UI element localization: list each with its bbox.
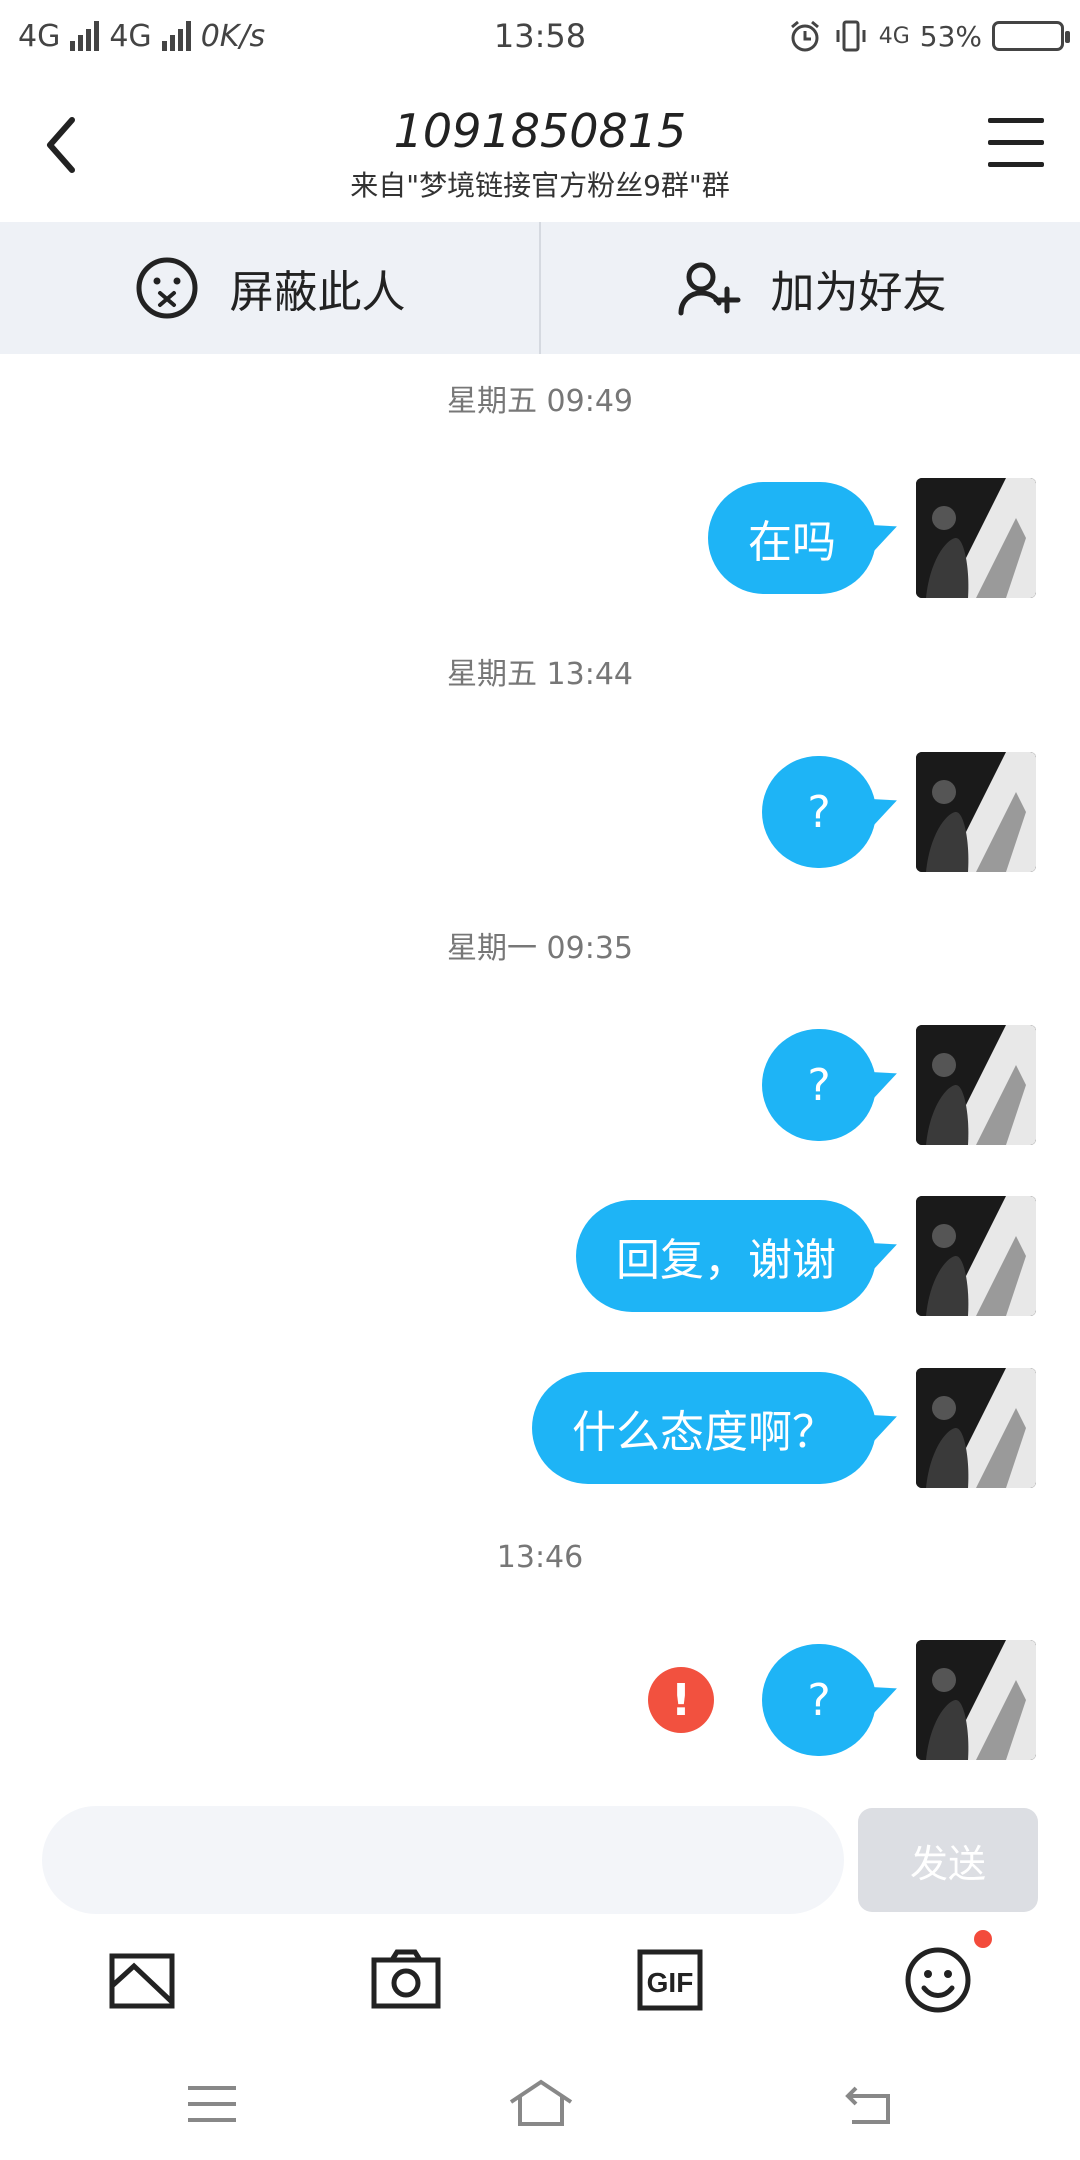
add-friend-label: 加为好友 <box>770 267 947 318</box>
send-button[interactable]: 发送 <box>858 1808 1038 1912</box>
battery-icon <box>992 21 1070 51</box>
message-row: 什么态度啊？ <box>532 1368 1036 1488</box>
chat-header: 1091850815 来自"梦境链接官方粉丝9群"群 <box>0 72 1080 222</box>
vibrate-icon <box>836 20 866 52</box>
avatar[interactable] <box>916 478 1036 598</box>
block-user-button[interactable]: 屏蔽此人 <box>0 222 539 354</box>
message-row: 在吗 <box>708 478 1036 598</box>
message-input[interactable] <box>42 1806 844 1914</box>
nav-back-icon[interactable] <box>840 2074 900 2134</box>
message-row: ? <box>762 752 1036 872</box>
status-right: 4G 53% <box>787 12 1070 60</box>
avatar[interactable] <box>916 1196 1036 1316</box>
avatar[interactable] <box>916 752 1036 872</box>
send-failed-icon[interactable]: ! <box>648 1667 714 1733</box>
camera-icon[interactable] <box>366 1940 446 2020</box>
avatar[interactable] <box>916 1368 1036 1488</box>
status-bar: 4G 4G 0K/s 13:58 4G 53% <box>0 0 1080 72</box>
message-bubble[interactable]: ? <box>762 1644 876 1756</box>
avatar[interactable] <box>916 1025 1036 1145</box>
timestamp: 星期五 09:49 <box>447 384 633 419</box>
system-nav-bar <box>0 2060 1080 2160</box>
composer-toolbar: GIF <box>0 1930 1080 2040</box>
message-row: ? <box>762 1025 1036 1145</box>
image-icon[interactable] <box>102 1940 182 2020</box>
chat-title: 1091850815 <box>393 104 687 158</box>
message-bubble[interactable]: 在吗 <box>708 482 876 594</box>
menu-icon[interactable] <box>988 118 1044 170</box>
gif-icon[interactable]: GIF <box>630 1940 710 2020</box>
message-bubble[interactable]: 什么态度啊？ <box>532 1372 876 1484</box>
block-user-label: 屏蔽此人 <box>229 267 406 318</box>
message-row: ! ? <box>648 1640 1036 1760</box>
avatar[interactable] <box>916 1640 1036 1760</box>
network-label-3: 4G <box>878 23 910 49</box>
message-bubble[interactable]: 回复，谢谢 <box>576 1200 876 1312</box>
chat-subtitle: 来自"梦境链接官方粉丝9群"群 <box>350 169 730 202</box>
timestamp: 星期五 13:44 <box>447 657 633 692</box>
emoji-icon[interactable] <box>898 1940 978 2020</box>
battery-percent: 53% <box>919 19 982 53</box>
nav-menu-icon[interactable] <box>182 2074 242 2134</box>
alarm-icon <box>790 20 819 52</box>
add-friend-icon <box>678 262 740 316</box>
notification-dot <box>974 1930 992 1948</box>
action-bar: 屏蔽此人 加为好友 <box>0 222 1080 354</box>
message-row: 回复，谢谢 <box>576 1196 1036 1316</box>
timestamp: 星期一 09:35 <box>447 931 633 966</box>
timestamp: 13:46 <box>496 1540 584 1575</box>
svg-text:GIF: GIF <box>647 1967 694 1998</box>
message-bubble[interactable]: ? <box>762 756 876 868</box>
block-icon <box>136 257 197 319</box>
add-friend-button[interactable]: 加为好友 <box>541 222 1080 354</box>
nav-home-icon[interactable] <box>506 2074 576 2134</box>
message-bubble[interactable]: ? <box>762 1029 876 1141</box>
